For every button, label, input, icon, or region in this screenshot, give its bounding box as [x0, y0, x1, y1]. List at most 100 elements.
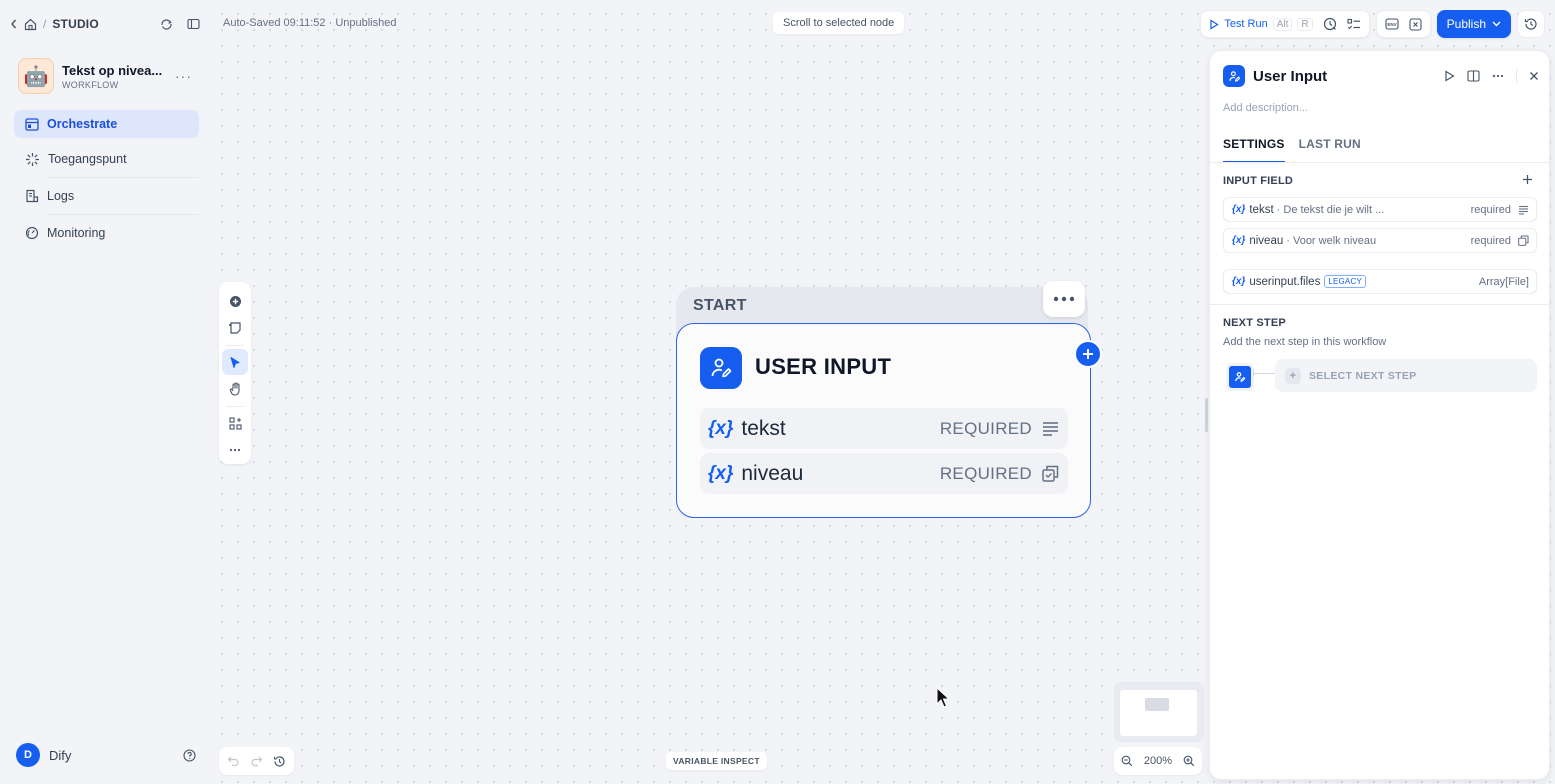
back-chevron-icon[interactable]	[10, 19, 18, 29]
tab-last-run[interactable]: LAST RUN	[1299, 137, 1361, 163]
user-input-icon	[700, 347, 742, 389]
pointer-icon	[230, 356, 240, 368]
add-note-button[interactable]	[222, 315, 248, 341]
sidebar-item-monitoring[interactable]: Monitoring	[14, 219, 199, 247]
publish-button[interactable]: Publish	[1436, 10, 1511, 38]
field-name: tekst	[741, 416, 786, 440]
field-required: required	[1470, 234, 1511, 247]
app-card[interactable]: 🤖 Tekst op nivea... WORKFLOW ···	[18, 56, 198, 96]
node-card[interactable]: USER INPUT {x} tekst REQUIRED {x} niveau…	[676, 323, 1091, 518]
minimap[interactable]	[1114, 682, 1204, 742]
select-icon	[1518, 235, 1529, 246]
field-type: Array[File]	[1478, 275, 1529, 288]
more-tools-button[interactable]	[222, 437, 248, 463]
field-required: REQUIRED	[939, 463, 1032, 483]
breadcrumb-studio[interactable]: STUDIO	[52, 17, 99, 31]
run-node-icon[interactable]	[1444, 70, 1455, 82]
add-next-node-button[interactable]	[1074, 340, 1102, 368]
field-required: REQUIRED	[939, 418, 1032, 438]
minimap-viewport	[1120, 690, 1197, 736]
close-icon[interactable]	[1529, 71, 1539, 81]
zoom-out-icon[interactable]	[1121, 755, 1133, 767]
blocks-icon	[228, 416, 242, 430]
shortcut-r: R	[1297, 17, 1313, 31]
field-required: required	[1470, 203, 1511, 216]
split-view-icon[interactable]	[1467, 70, 1480, 82]
shortcut-alt: Alt	[1272, 17, 1293, 31]
panel-title[interactable]: User Input	[1253, 68, 1327, 85]
node-settings-panel: User Input Add description... SETTINGS L…	[1209, 50, 1550, 780]
panel-header: User Input	[1223, 65, 1539, 87]
input-field-userinput-files[interactable]: {x} userinput.files LEGACY Array[File]	[1223, 269, 1537, 294]
access-point-icon	[25, 152, 40, 167]
version-history-button[interactable]	[1517, 10, 1545, 38]
variable-icon: {x}	[1232, 276, 1246, 287]
node-field-tekst[interactable]: {x} tekst REQUIRED	[700, 408, 1068, 449]
undo-icon[interactable]	[227, 755, 240, 767]
checklist-icon[interactable]	[1347, 18, 1361, 31]
organize-blocks-button[interactable]	[222, 410, 248, 436]
input-field-heading: INPUT FIELD	[1223, 175, 1294, 187]
sync-icon[interactable]	[160, 18, 173, 31]
sidebar-item-logs[interactable]: Logs	[14, 182, 199, 210]
sidebar-toggle-icon[interactable]	[187, 18, 200, 30]
variable-icon: {x}	[1232, 204, 1246, 215]
tab-settings[interactable]: SETTINGS	[1223, 137, 1285, 163]
more-icon	[229, 448, 241, 452]
hand-icon	[229, 382, 240, 396]
sticky-note-icon	[229, 322, 241, 334]
description-input[interactable]: Add description...	[1223, 102, 1308, 114]
sidebar-nav: Orchestrate Toegangspunt Logs Monitoring	[14, 110, 199, 254]
app-type: WORKFLOW	[62, 79, 119, 90]
variable-icon: {x}	[1232, 235, 1246, 246]
user-menu[interactable]: D Dify	[16, 743, 196, 767]
user-input-node[interactable]: START USER INPUT {x} tekst REQUIRED {x} …	[676, 281, 1102, 519]
variable-icon[interactable]	[1409, 17, 1422, 31]
variable-icon: {x}	[708, 462, 734, 484]
hand-mode-button[interactable]	[222, 376, 248, 402]
field-description: · Voor welk niveau	[1286, 234, 1377, 247]
more-icon[interactable]: ···	[175, 68, 192, 84]
sidebar-item-orchestrate[interactable]: Orchestrate	[14, 110, 199, 138]
history-run-icon[interactable]	[1323, 17, 1337, 31]
sidebar-item-label: Orchestrate	[47, 117, 118, 131]
app-info: Tekst op nivea... WORKFLOW	[62, 63, 162, 90]
zoom-in-icon[interactable]	[1183, 755, 1195, 767]
scroll-to-selected-button[interactable]: Scroll to selected node	[773, 12, 905, 34]
paragraph-icon	[1042, 421, 1059, 436]
add-node-button[interactable]	[222, 288, 248, 314]
more-icon[interactable]	[1492, 74, 1504, 78]
env-icon[interactable]: ENV	[1385, 18, 1399, 30]
sidebar-item-toegangspunt[interactable]: Toegangspunt	[14, 145, 199, 173]
add-input-field-icon[interactable]	[1522, 172, 1533, 189]
input-field-tekst[interactable]: {x} tekst · De tekst die je wilt ... req…	[1223, 197, 1537, 222]
history-icon[interactable]	[273, 755, 286, 768]
redo-icon[interactable]	[250, 755, 263, 767]
next-step-description: Add the next step in this workflow	[1223, 336, 1387, 348]
header-divider	[1516, 69, 1517, 83]
zoom-level[interactable]: 200%	[1144, 755, 1172, 767]
top-nav: / STUDIO	[10, 14, 200, 34]
field-name: tekst	[1249, 203, 1274, 216]
user-input-icon	[1226, 363, 1254, 391]
sidebar-item-label: Toegangspunt	[48, 152, 127, 166]
top-toolbar: Test Run Alt R ENV Publish	[1200, 10, 1545, 38]
help-icon[interactable]	[183, 748, 196, 762]
select-next-step-button[interactable]: + SELECT NEXT STEP	[1275, 359, 1537, 392]
panel-actions	[1444, 69, 1539, 83]
home-icon[interactable]	[24, 18, 37, 31]
minimap-node	[1145, 698, 1169, 711]
select-next-step-label: SELECT NEXT STEP	[1309, 369, 1417, 382]
pointer-mode-button[interactable]	[222, 349, 248, 375]
input-field-niveau[interactable]: {x} niveau · Voor welk niveau required	[1223, 228, 1537, 253]
node-more-button[interactable]	[1043, 281, 1085, 317]
test-run-group: Test Run Alt R	[1200, 10, 1370, 38]
node-field-niveau[interactable]: {x} niveau REQUIRED	[700, 453, 1068, 494]
panel-resize-handle[interactable]	[1205, 398, 1208, 432]
autosave-status: Auto-Saved 09:11:52 · Unpublished	[223, 17, 397, 29]
variable-inspect-button[interactable]: VARIABLE INSPECT	[666, 752, 767, 770]
paragraph-icon	[1518, 205, 1529, 215]
monitoring-icon	[25, 226, 39, 240]
test-run-button[interactable]: Test Run Alt R	[1209, 17, 1313, 31]
connector-line	[1253, 370, 1275, 377]
